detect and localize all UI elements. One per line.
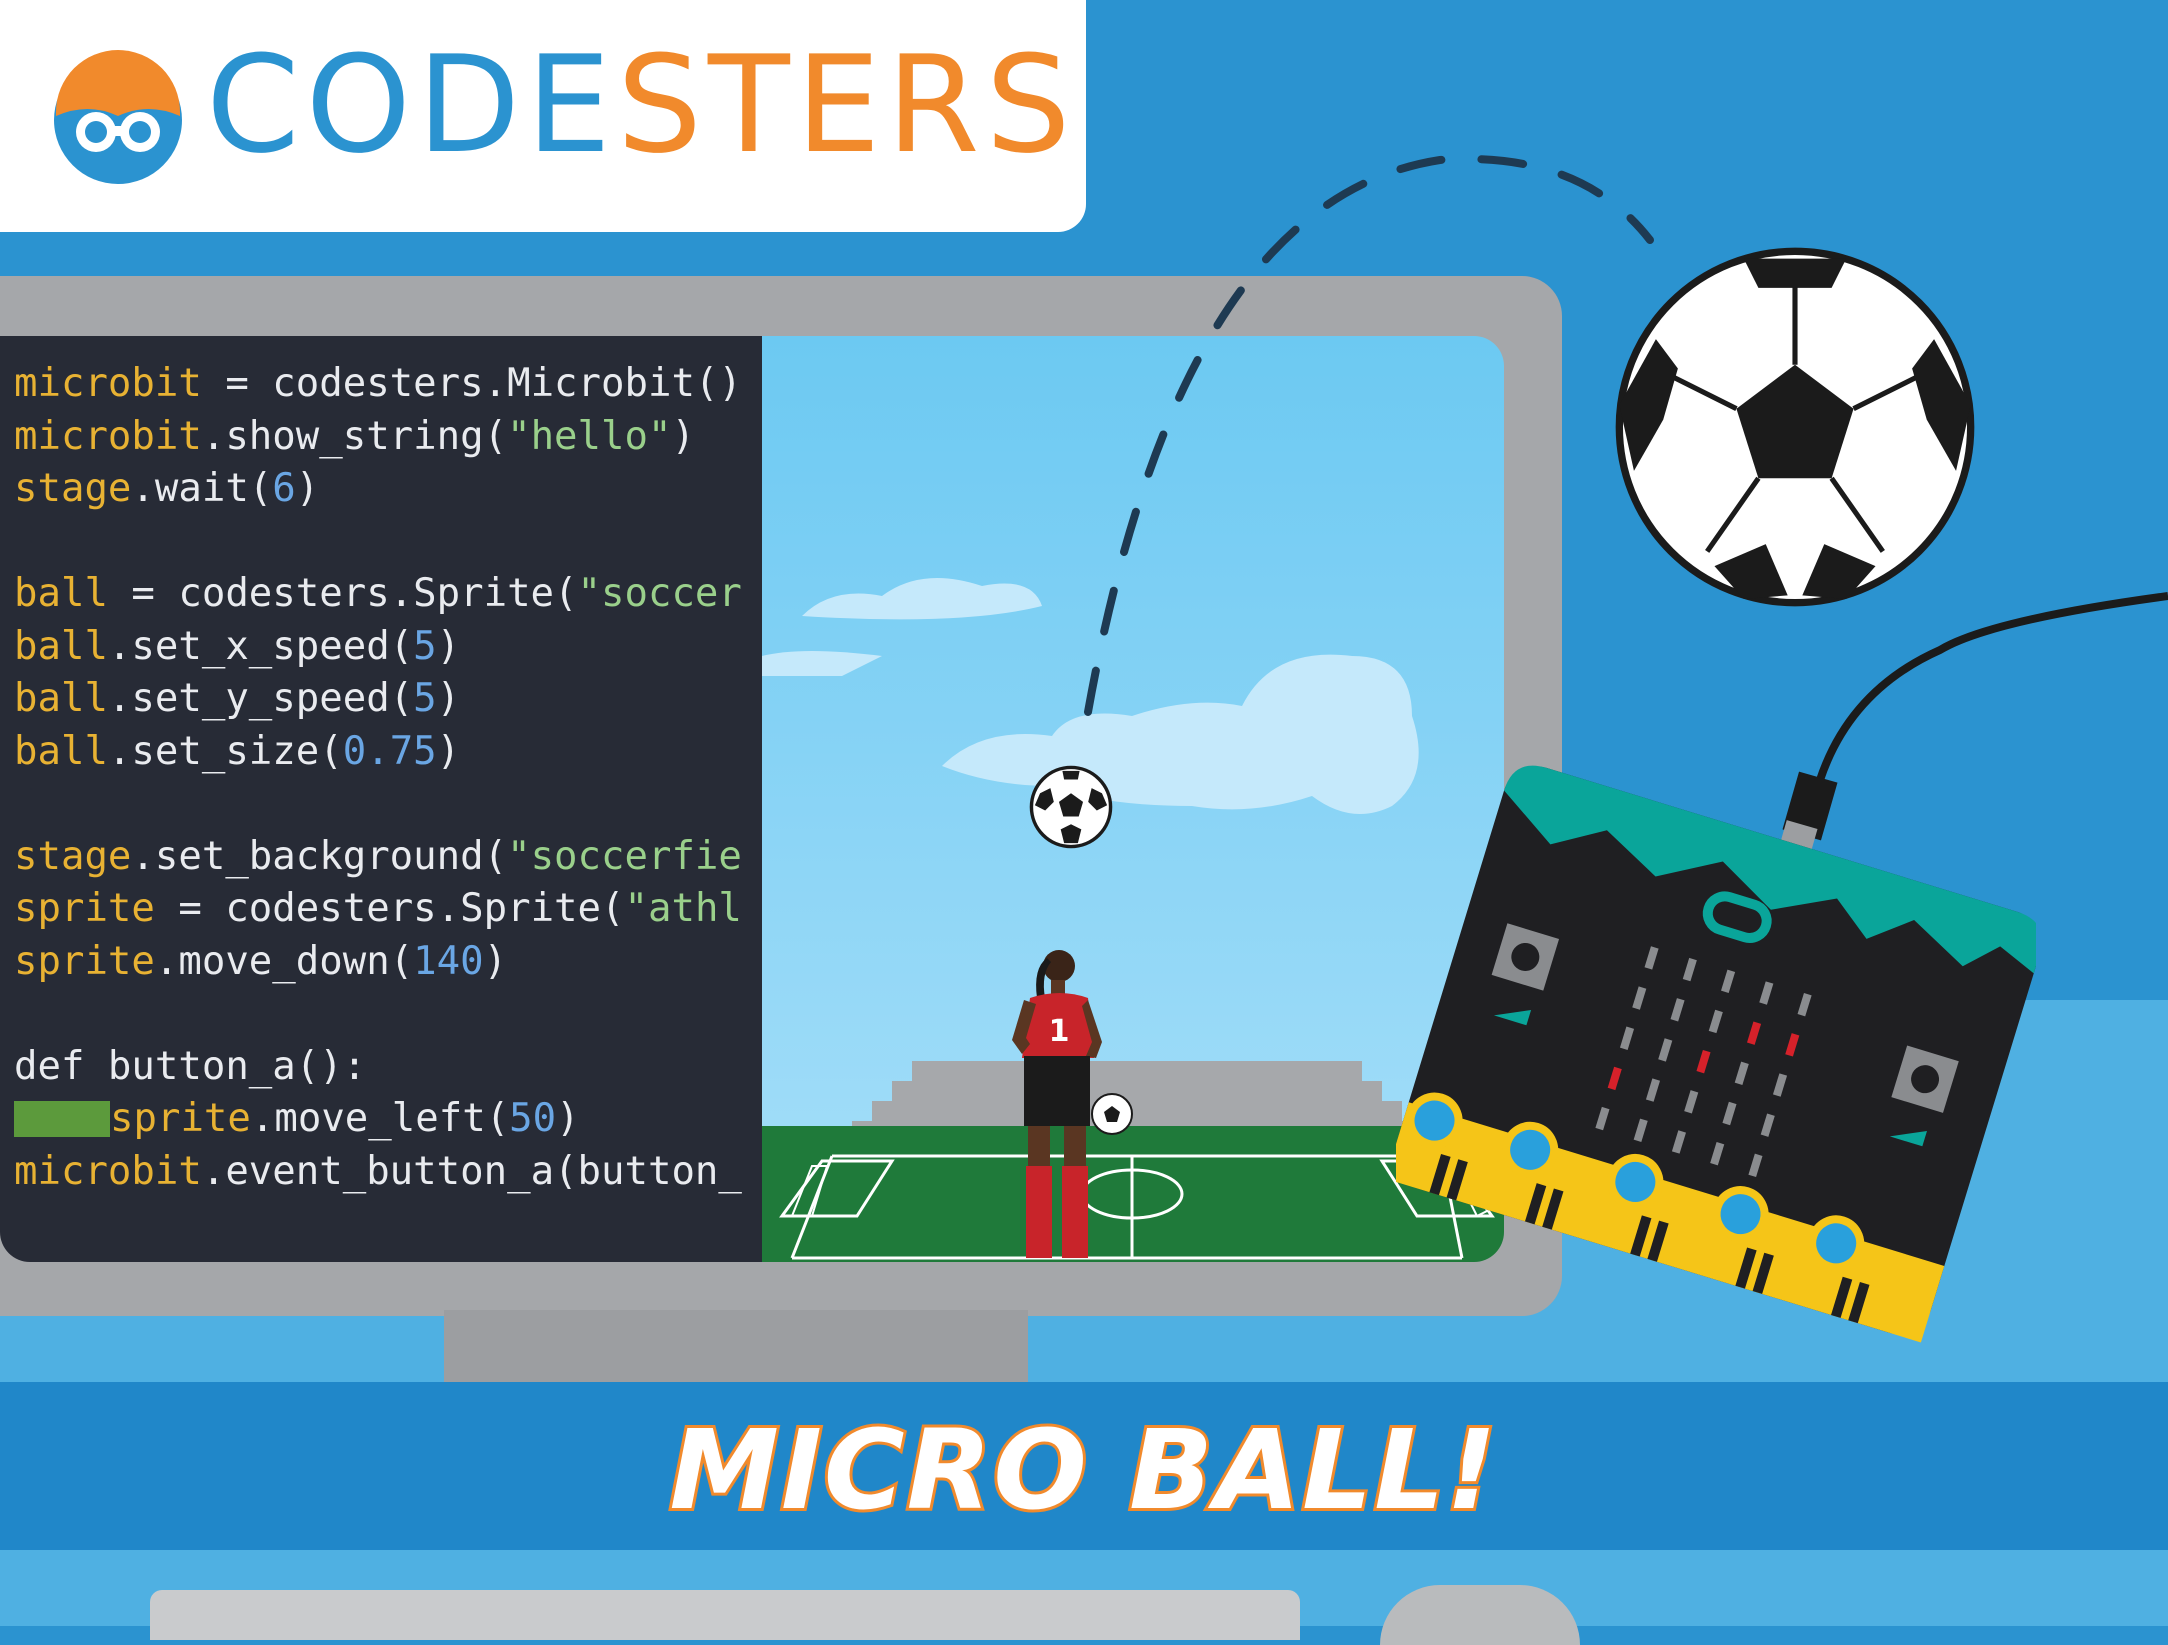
banner-title: MICRO BALL! [667,1403,1500,1537]
keyboard [150,1590,1300,1640]
mouse [1380,1585,1580,1645]
microbit-board-icon [1396,765,2036,1343]
